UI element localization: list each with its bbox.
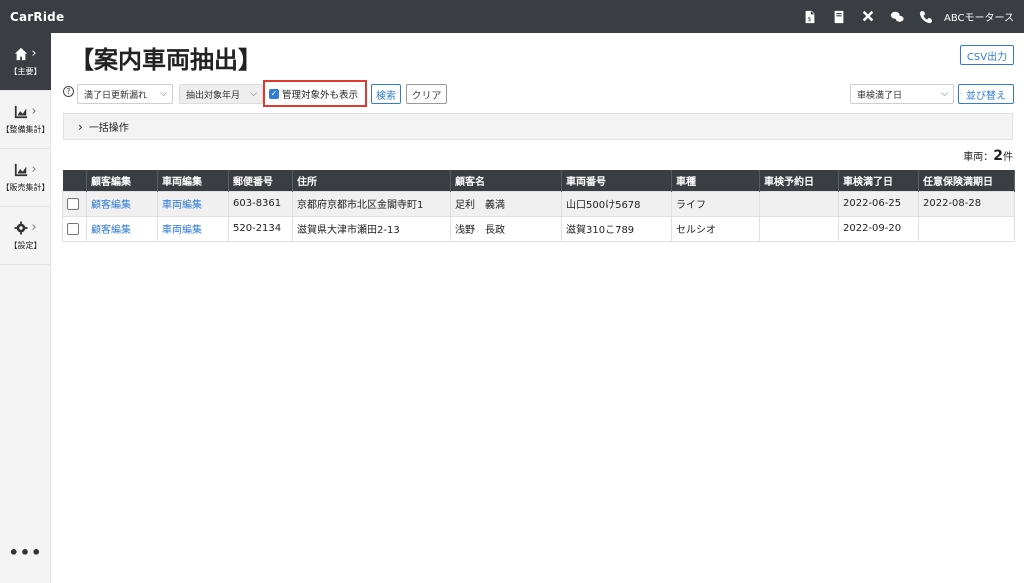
vehicle-edit-cell: 車両編集	[157, 190, 229, 217]
sidebar-item-main[interactable]: › 【主要】	[0, 33, 51, 91]
page-title: 【案内車両抽出】	[70, 46, 262, 74]
chevron-right-icon: ›	[78, 119, 83, 134]
chevron-right-icon: ›	[31, 162, 37, 177]
row-checkbox[interactable]	[67, 197, 79, 210]
chevron-down-icon: ⌵	[160, 89, 167, 99]
model-cell: セルシオ	[671, 215, 760, 242]
address-cell: 滋賀県大津市瀬田2-13	[292, 215, 451, 242]
chevron-right-icon: ›	[31, 104, 37, 119]
svg-text:$: $	[808, 15, 812, 22]
chevron-down-icon: ⌵	[250, 89, 257, 99]
postal-code-cell: 603-8361	[228, 190, 293, 217]
sidebar: › 【主要】 › 【整備集計】 › 【販売集計】 › 【設定】 •••	[0, 33, 51, 583]
row-select-cell	[62, 215, 87, 242]
inspection-expiry-cell: 2022-09-20	[838, 215, 919, 242]
plate-number-cell: 山口500け5678	[561, 190, 672, 217]
customer-edit-cell: 顧客編集	[86, 215, 158, 242]
vehicle-count-label: 車両：	[963, 152, 994, 163]
insurance-expiry-cell: 2022-08-28	[918, 190, 1015, 217]
target-month-select[interactable]: 抽出対象年月 ⌵	[179, 84, 263, 104]
insurance-expiry-cell	[918, 215, 1015, 242]
checkbox-checked-icon[interactable]: ✓	[269, 88, 279, 99]
tools-icon[interactable]	[856, 5, 880, 29]
book-icon[interactable]	[827, 5, 851, 29]
row-checkbox[interactable]	[67, 222, 79, 235]
customer-name-cell: 浅野 長政	[450, 215, 562, 242]
sidebar-item-label: 【販売集計】	[1, 182, 50, 192]
chat-icon[interactable]	[885, 5, 909, 29]
table-header-model: 車種	[671, 170, 760, 191]
vehicle-table: 顧客編集 車両編集 郵便番号 住所 顧客名 車両番号 車種 車検予約日 車検満了…	[62, 170, 1015, 242]
invoice-icon[interactable]: $	[798, 5, 822, 29]
table-header-select	[62, 170, 87, 191]
target-month-value: 抽出対象年月	[186, 90, 241, 101]
table-header-insurance-expiry: 任意保険満期日	[918, 170, 1015, 191]
table-header-plate-number: 車両番号	[561, 170, 672, 191]
top-bar: CarRide $ ABCモータース	[0, 0, 1024, 33]
model-cell: ライフ	[671, 190, 760, 217]
address-cell: 京都府京都市北区金閣寺町1	[292, 190, 451, 217]
table-header-address: 住所	[292, 170, 451, 191]
sidebar-item-maintenance-stats[interactable]: › 【整備集計】	[0, 91, 51, 149]
vehicle-count: 車両：2件	[963, 148, 1013, 164]
vehicle-edit-link[interactable]: 車両編集	[162, 200, 202, 211]
sort-field-value: 車検満了日	[857, 90, 903, 101]
vehicle-count-unit: 件	[1003, 152, 1013, 163]
table-header-customer-name: 顧客名	[450, 170, 562, 191]
home-icon	[15, 47, 28, 60]
gear-icon	[14, 220, 28, 235]
status-filter-select[interactable]: 満了日更新漏れ ⌵	[77, 84, 173, 104]
customer-name-cell: 足利 義満	[450, 190, 562, 217]
chevron-down-icon: ⌵	[941, 89, 948, 99]
table-header-postal-code: 郵便番号	[228, 170, 293, 191]
table-header-inspection-reservation: 車検予約日	[759, 170, 839, 191]
help-icon[interactable]: ?	[63, 86, 74, 97]
table-header-row: 顧客編集 車両編集 郵便番号 住所 顧客名 車両番号 車種 車検予約日 車検満了…	[62, 170, 1015, 191]
vehicle-count-value: 2	[993, 148, 1003, 164]
postal-code-cell: 520-2134	[228, 215, 293, 242]
company-name[interactable]: ABCモータース	[944, 9, 1014, 24]
row-select-cell	[62, 190, 87, 217]
chevron-right-icon: ›	[31, 220, 37, 235]
bulk-operations-label: 一括操作	[88, 123, 129, 134]
status-filter-value: 満了日更新漏れ	[84, 90, 148, 101]
table-header-customer-edit: 顧客編集	[86, 170, 158, 191]
more-menu-button[interactable]: •••	[0, 543, 51, 562]
include-unmanaged-label: 管理対象外も表示	[282, 89, 359, 101]
sidebar-item-label: 【整備集計】	[1, 124, 50, 134]
bulk-operations-panel[interactable]: › 一括操作	[63, 113, 1013, 140]
chart-icon	[15, 163, 28, 176]
inspection-reservation-cell	[759, 190, 839, 217]
sidebar-item-label: 【主要】	[9, 66, 42, 76]
plate-number-cell: 滋賀310こ789	[561, 215, 672, 242]
sort-field-select[interactable]: 車検満了日 ⌵	[850, 84, 954, 104]
table-header-vehicle-edit: 車両編集	[157, 170, 229, 191]
clear-button[interactable]: クリア	[406, 84, 447, 104]
customer-edit-link[interactable]: 顧客編集	[91, 200, 131, 211]
table-row: 顧客編集 車両編集 520-2134 滋賀県大津市瀬田2-13 浅野 長政 滋賀…	[62, 215, 1015, 242]
phone-icon[interactable]	[914, 5, 938, 29]
table-header-inspection-expiry: 車検満了日	[838, 170, 919, 191]
chevron-right-icon: ›	[31, 46, 37, 61]
vehicle-edit-cell: 車両編集	[157, 215, 229, 242]
vehicle-edit-link[interactable]: 車両編集	[162, 225, 202, 236]
chart-icon	[15, 105, 28, 118]
table-row: 顧客編集 車両編集 603-8361 京都府京都市北区金閣寺町1 足利 義満 山…	[62, 190, 1015, 217]
sidebar-item-label: 【設定】	[9, 240, 42, 250]
app-brand[interactable]: CarRide	[0, 10, 64, 24]
inspection-reservation-cell	[759, 215, 839, 242]
search-button[interactable]: 検索	[371, 84, 401, 104]
inspection-expiry-cell: 2022-06-25	[838, 190, 919, 217]
customer-edit-cell: 顧客編集	[86, 190, 158, 217]
sidebar-item-sales-stats[interactable]: › 【販売集計】	[0, 149, 51, 207]
sidebar-item-settings[interactable]: › 【設定】	[0, 207, 51, 265]
csv-export-button[interactable]: CSV出力	[960, 45, 1014, 65]
customer-edit-link[interactable]: 顧客編集	[91, 225, 131, 236]
sort-button[interactable]: 並び替え	[958, 84, 1014, 104]
include-unmanaged-toggle[interactable]: ✓ 管理対象外も表示	[263, 80, 367, 107]
